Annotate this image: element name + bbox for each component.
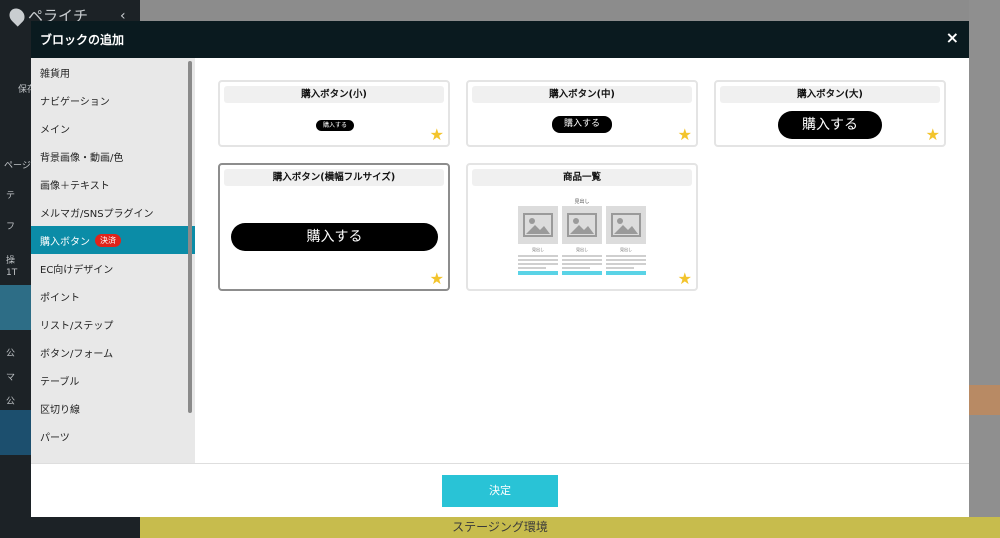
price-placeholder <box>562 267 590 269</box>
app-right-panel <box>969 0 1000 538</box>
card-title: 購入ボタン(大) <box>720 86 940 103</box>
category-label: メルマガ/SNSプラグイン <box>40 208 154 220</box>
block-grid: 購入ボタン(小) 購入する ★ 購入ボタン(中) 購入する ★ 購入ボタン(大)… <box>195 58 969 463</box>
sidebar-text-1: テ <box>6 191 16 201</box>
operation-label-2: 1⁠T <box>6 268 18 278</box>
logo-pin-icon <box>6 4 28 27</box>
image-placeholder-icon <box>518 206 558 244</box>
public-item: 公 <box>6 349 16 359</box>
block-card-buy-large[interactable]: 購入ボタン(大) 購入する ★ <box>714 80 946 147</box>
category-label: ボタン/フォーム <box>40 348 114 360</box>
decide-button[interactable]: 決定 <box>442 475 558 507</box>
image-placeholder-icon <box>562 206 602 244</box>
product-button-preview <box>562 271 602 275</box>
category-label: 雑貨用 <box>40 68 70 80</box>
category-item[interactable]: リスト/ステップ <box>31 310 195 338</box>
product-name: 見出し <box>576 247 588 252</box>
category-label: 背景画像・動画/色 <box>40 152 124 164</box>
category-item[interactable]: 区切り線 <box>31 394 195 422</box>
payment-badge: 決済 <box>95 233 121 247</box>
modal-title: ブロックの追加 <box>40 33 125 47</box>
category-item[interactable]: 雑貨用 <box>31 58 195 86</box>
buy-button-preview: 購入する <box>778 111 882 139</box>
product-preview: 見出し <box>606 206 646 275</box>
product-preview: 見出し <box>518 206 558 275</box>
sidebar-scrollbar[interactable] <box>188 61 192 413</box>
text-placeholder <box>562 259 602 261</box>
category-item-active[interactable]: 購入ボタン 決済 <box>31 226 195 254</box>
favorite-star-icon[interactable]: ★ <box>430 127 444 143</box>
card-title: 購入ボタン(中) <box>472 86 692 103</box>
category-label: リスト/ステップ <box>40 320 114 332</box>
sidebar-blue-block <box>0 410 32 455</box>
sidebar-text-2: フ <box>6 222 16 232</box>
category-label: メイン <box>40 124 70 136</box>
price-placeholder <box>606 267 634 269</box>
category-label: ナビゲーション <box>40 96 110 108</box>
buy-button-preview: 購入する <box>552 116 612 133</box>
text-placeholder <box>606 255 646 257</box>
card-title: 購入ボタン(小) <box>224 86 444 103</box>
price-placeholder <box>518 267 546 269</box>
favorite-star-icon[interactable]: ★ <box>678 127 692 143</box>
category-item[interactable]: テーブル <box>31 366 195 394</box>
category-item[interactable]: ポイント <box>31 282 195 310</box>
buy-button-preview: 購入する <box>316 120 354 131</box>
category-label: 区切り線 <box>40 404 80 416</box>
category-label: 購入ボタン <box>40 236 90 248</box>
public-list: 公 マ 公 <box>6 342 15 414</box>
category-item[interactable]: メイン <box>31 114 195 142</box>
operation-label: 操 1⁠T <box>6 255 17 279</box>
category-item[interactable]: メルマガ/SNSプラグイン <box>31 198 195 226</box>
text-placeholder <box>518 263 558 265</box>
block-card-buy-small[interactable]: 購入ボタン(小) 購入する ★ <box>218 80 450 147</box>
category-label: EC向けデザイン <box>40 264 114 276</box>
text-placeholder <box>518 255 558 257</box>
app-orange-block <box>969 385 1000 415</box>
block-card-buy-full-width[interactable]: 購入ボタン(横幅フルサイズ) 購入する ★ <box>218 163 450 291</box>
category-sidebar: 雑貨用 ナビゲーション メイン 背景画像・動画/色 画像＋テキスト メルマガ/S… <box>31 58 195 463</box>
modal-footer: 決定 <box>31 463 969 517</box>
staging-label: ステージング環境 <box>452 520 548 534</box>
category-item[interactable]: パーツ <box>31 422 195 450</box>
modal-header: ブロックの追加 × <box>31 21 969 58</box>
public-item: マ <box>6 373 16 383</box>
text-placeholder <box>518 259 558 261</box>
category-item[interactable]: ボタン/フォーム <box>31 338 195 366</box>
text-placeholder <box>606 263 646 265</box>
block-card-product-list[interactable]: 商品一覧 見出し 見出し 見出し 見出し ★ <box>466 163 698 291</box>
operation-label-1: 操 <box>6 256 16 266</box>
text-placeholder <box>606 259 646 261</box>
category-label: テーブル <box>40 376 80 388</box>
image-placeholder-icon <box>606 206 646 244</box>
card-title: 商品一覧 <box>472 169 692 186</box>
close-icon[interactable]: × <box>946 29 959 47</box>
product-button-preview <box>518 271 558 275</box>
page-label: ページ <box>4 161 31 171</box>
monitor-icon <box>0 285 32 330</box>
card-title: 購入ボタン(横幅フルサイズ) <box>224 169 444 186</box>
category-label: 画像＋テキスト <box>40 180 110 192</box>
product-preview: 見出し <box>562 206 602 275</box>
product-name: 見出し <box>532 247 544 252</box>
product-list-heading: 見出し <box>574 199 590 205</box>
category-item[interactable]: ナビゲーション <box>31 86 195 114</box>
category-item[interactable]: 画像＋テキスト <box>31 170 195 198</box>
text-placeholder <box>562 263 602 265</box>
category-item[interactable]: EC向けデザイン <box>31 254 195 282</box>
buy-button-preview: 購入する <box>231 223 438 251</box>
modal-body: 雑貨用 ナビゲーション メイン 背景画像・動画/色 画像＋テキスト メルマガ/S… <box>31 58 969 463</box>
category-label: パーツ <box>40 432 70 444</box>
favorite-star-icon[interactable]: ★ <box>430 271 444 287</box>
add-block-modal: ブロックの追加 × 雑貨用 ナビゲーション メイン 背景画像・動画/色 画像＋テ… <box>31 21 969 517</box>
product-name: 見出し <box>620 247 632 252</box>
block-card-buy-medium[interactable]: 購入ボタン(中) 購入する ★ <box>466 80 698 147</box>
category-label: ポイント <box>40 292 80 304</box>
favorite-star-icon[interactable]: ★ <box>926 127 940 143</box>
product-button-preview <box>606 271 646 275</box>
favorite-star-icon[interactable]: ★ <box>678 271 692 287</box>
text-placeholder <box>562 255 602 257</box>
category-item[interactable]: 背景画像・動画/色 <box>31 142 195 170</box>
